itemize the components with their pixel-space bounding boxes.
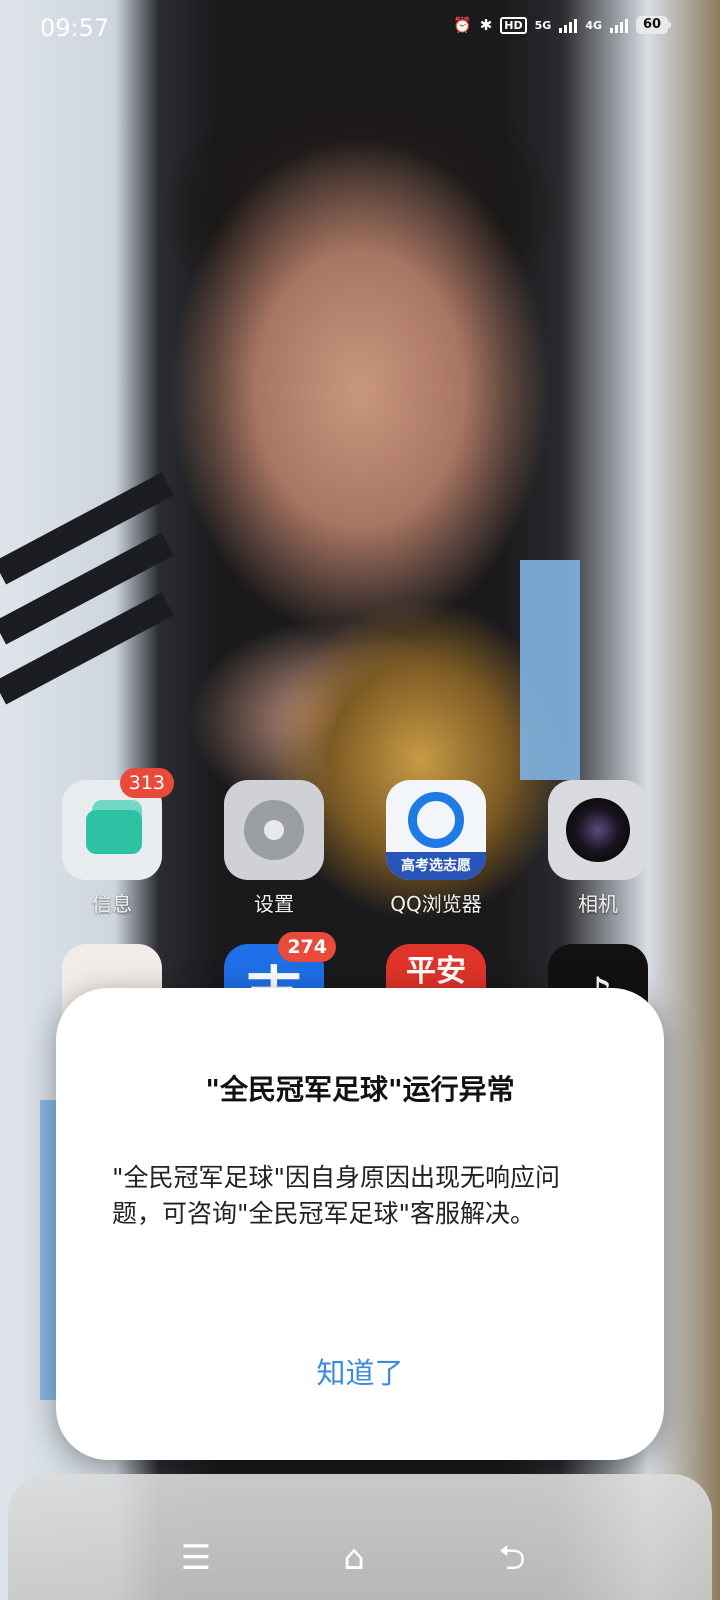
navigation-bar: ☰ ⌂ ⮌ (0, 1520, 720, 1600)
status-icons: ⏰ ✱ HD 5G 4G 60 (453, 16, 671, 34)
network-4g-label: 4G (585, 18, 602, 32)
messages-icon: 313 (62, 768, 174, 880)
signal-5g-icon (559, 17, 578, 33)
camera-icon (548, 780, 648, 880)
settings-gear-icon (224, 780, 324, 880)
hd-icon: HD (500, 16, 527, 34)
app-label: 相机 (578, 892, 618, 916)
app-label: 设置 (254, 892, 294, 916)
qq-browser-icon: 高考选志愿 (386, 780, 486, 880)
bluetooth-icon: ✱ (479, 16, 493, 34)
pingan-icon-text: 平安 (406, 954, 466, 989)
messages-badge: 313 (119, 768, 174, 798)
status-time: 09:57 (40, 14, 110, 42)
app-messages[interactable]: 313 信息 (42, 768, 182, 917)
menu-icon[interactable]: ☰ (174, 1538, 218, 1578)
app-not-responding-dialog: "全民冠军足球"运行异常 "全民冠军足球"因自身原因出现无响应问题，可咨询"全民… (56, 988, 664, 1460)
app-qq-browser[interactable]: 高考选志愿 QQ浏览器 (366, 780, 506, 917)
app-camera[interactable]: 相机 (528, 780, 668, 917)
app-settings[interactable]: 设置 (204, 780, 344, 917)
battery-icon: 60 (636, 16, 671, 34)
alipay-badge: 274 (278, 932, 336, 962)
dialog-ok-button[interactable]: 知道了 (56, 1350, 664, 1392)
home-icon[interactable]: ⌂ (332, 1538, 376, 1578)
app-label: 信息 (92, 892, 132, 916)
dialog-message: "全民冠军足球"因自身原因出现无响应问题，可咨询"全民冠军足球"客服解决。 (112, 1163, 560, 1228)
alarm-icon: ⏰ (453, 16, 472, 34)
signal-4g-icon (610, 17, 628, 33)
dialog-title: "全民冠军足球"运行异常 (205, 1073, 515, 1106)
app-label: QQ浏览器 (390, 892, 482, 916)
qq-browser-icon-text: 高考选志愿 (386, 852, 486, 880)
network-5g-label: 5G (534, 18, 552, 32)
back-icon[interactable]: ⮌ (490, 1538, 534, 1578)
status-bar: 09:57 ⏰ ✱ HD 5G 4G 60 (0, 0, 720, 60)
